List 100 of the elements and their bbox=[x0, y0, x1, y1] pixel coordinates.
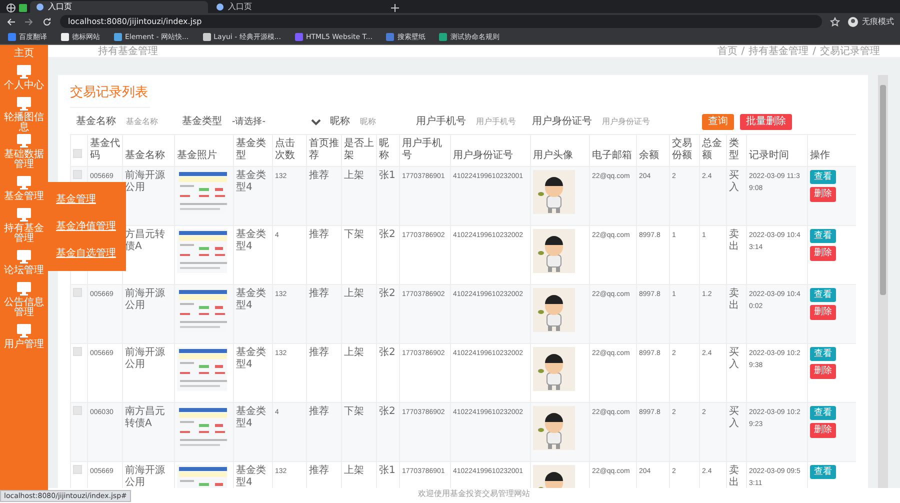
new-tab-icon[interactable] bbox=[390, 3, 400, 13]
browser-tab[interactable]: 入口页 bbox=[210, 1, 388, 13]
column-header: 基金名称 bbox=[122, 134, 174, 166]
bookmark-icon bbox=[386, 33, 394, 41]
sidebar-item[interactable]: 用户管理 bbox=[0, 318, 48, 355]
sidebar-item[interactable]: 个人中心 bbox=[0, 59, 48, 96]
table-cell: 张1 bbox=[379, 464, 396, 476]
select-field[interactable]: -请选择- bbox=[228, 116, 324, 128]
table-cell: 买入 bbox=[729, 406, 739, 429]
monitor-icon bbox=[16, 249, 32, 264]
table-cell: 推荐 bbox=[309, 464, 329, 476]
table-cell: 上架 bbox=[344, 288, 364, 298]
monitor-icon bbox=[16, 175, 32, 190]
table-cell: 基金类型4 bbox=[236, 288, 266, 311]
delete-button[interactable]: 删除 bbox=[810, 364, 836, 380]
table-cell: 张2 bbox=[379, 406, 396, 416]
column-header: 电子邮箱 bbox=[590, 134, 636, 166]
bookmark-icon bbox=[8, 33, 16, 41]
table-cell: 买入 bbox=[729, 170, 739, 193]
table-cell: 基金类型4 bbox=[236, 406, 266, 429]
column-header: 基金代码 bbox=[88, 134, 122, 166]
submenu-item[interactable]: 基金管理 bbox=[48, 186, 126, 213]
delete-button[interactable]: 删除 bbox=[810, 423, 836, 438]
submenu-item[interactable]: 基金净值管理 bbox=[48, 213, 126, 240]
star-icon[interactable] bbox=[830, 16, 840, 26]
submenu-item[interactable]: 基金自选管理 bbox=[48, 240, 126, 267]
view-button[interactable]: 查看 bbox=[810, 288, 836, 302]
table-cell: 张2 bbox=[379, 228, 396, 240]
column-header: 记录时间 bbox=[746, 134, 808, 166]
table-cell: 前海开源公用 bbox=[125, 288, 165, 311]
sidebar-item[interactable]: 持有基金管理 bbox=[0, 207, 48, 244]
column-header: 总金额 bbox=[700, 134, 726, 166]
view-button[interactable]: 查看 bbox=[810, 170, 836, 184]
checkbox[interactable] bbox=[73, 346, 82, 356]
sidebar-item[interactable]: 基金管理 bbox=[0, 170, 48, 207]
checkbox[interactable] bbox=[73, 170, 82, 178]
column-header: 操作 bbox=[808, 134, 856, 166]
page-icon bbox=[216, 3, 224, 11]
view-button[interactable]: 查看 bbox=[810, 406, 836, 420]
filter-label: 昵称 bbox=[330, 115, 350, 129]
address-bar[interactable]: localhost:8080/jijintouzi/index.jsp bbox=[60, 15, 822, 28]
back-icon[interactable] bbox=[6, 16, 16, 26]
monitor-icon bbox=[16, 64, 32, 79]
column-header: 类型 bbox=[726, 134, 746, 166]
scrollbar[interactable] bbox=[878, 75, 888, 488]
table-cell: 卖出 bbox=[729, 228, 739, 252]
view-button[interactable]: 查看 bbox=[810, 464, 836, 480]
column-header: 点击次数 bbox=[272, 134, 306, 166]
bookmark-icon bbox=[114, 33, 122, 41]
table-cell: 前海开源公用 bbox=[125, 464, 165, 488]
column-header: 基金类型 bbox=[234, 134, 272, 166]
table-cell: 基金类型4 bbox=[236, 346, 266, 370]
delete-button[interactable]: 删除 bbox=[810, 305, 836, 320]
monitor-icon bbox=[16, 323, 32, 338]
table-cell: 推荐 bbox=[309, 346, 329, 358]
breadcrumb-item[interactable]: 交易记录管理 bbox=[820, 45, 880, 57]
table-cell: 推荐 bbox=[309, 406, 329, 416]
card-title: 交易记录列表 bbox=[70, 83, 150, 108]
delete-button[interactable]: 批量删除 bbox=[740, 114, 792, 130]
table-cell: 上架 bbox=[344, 464, 364, 476]
table-cell: 卖出 bbox=[729, 288, 739, 311]
table-cell: 基金类型4 bbox=[236, 228, 266, 252]
delete-button[interactable]: 删除 bbox=[810, 246, 836, 262]
monitor-icon bbox=[16, 207, 32, 222]
view-button[interactable]: 查看 bbox=[810, 228, 836, 244]
app-icon[interactable] bbox=[18, 3, 28, 13]
filter-label: 用户身份证号 bbox=[532, 114, 592, 129]
table-cell: 下架 bbox=[344, 406, 364, 416]
column-header: 是否上架 bbox=[342, 134, 376, 166]
page-icon bbox=[36, 3, 44, 11]
table-cell: 前海开源公用 bbox=[125, 170, 165, 193]
breadcrumb-item[interactable]: 持有基金管理 bbox=[748, 45, 809, 57]
table-cell: 推荐 bbox=[309, 288, 329, 298]
monitor-icon bbox=[16, 281, 32, 296]
breadcrumb-item[interactable]: 首页 bbox=[717, 45, 738, 57]
browser-tab[interactable]: 入口页 bbox=[30, 1, 208, 13]
column-header: 首页推荐 bbox=[306, 134, 342, 166]
sidebar-item[interactable]: 论坛管理 bbox=[0, 244, 48, 281]
checkbox[interactable] bbox=[73, 149, 82, 158]
column-header: 昵称 bbox=[376, 134, 400, 166]
search-button[interactable]: 查询 bbox=[702, 114, 734, 130]
checkbox[interactable] bbox=[73, 406, 82, 414]
delete-button[interactable]: 删除 bbox=[810, 187, 836, 202]
sidebar-item[interactable]: 公告信息管理 bbox=[0, 281, 48, 318]
checkbox[interactable] bbox=[73, 464, 82, 474]
sidebar-item[interactable]: 主页 bbox=[0, 45, 48, 59]
reload-icon[interactable] bbox=[42, 16, 52, 26]
monitor-icon bbox=[16, 96, 32, 111]
bookmark-icon bbox=[295, 33, 304, 41]
view-button[interactable]: 查看 bbox=[810, 346, 836, 362]
sidebar-item[interactable]: 基础数据管理 bbox=[0, 133, 48, 170]
table-cell: 前海开源公用 bbox=[125, 346, 165, 370]
table-cell: 南方昌元转债A bbox=[125, 406, 165, 429]
checkbox[interactable] bbox=[73, 288, 82, 296]
bookmark-icon bbox=[439, 33, 448, 41]
profile-button[interactable]: 无痕模式 bbox=[848, 16, 894, 28]
table-cell: 推荐 bbox=[309, 228, 329, 240]
globe-icon[interactable] bbox=[6, 3, 16, 13]
forward-icon[interactable] bbox=[24, 16, 34, 26]
sidebar-item[interactable]: 轮播图信息 bbox=[0, 96, 48, 133]
